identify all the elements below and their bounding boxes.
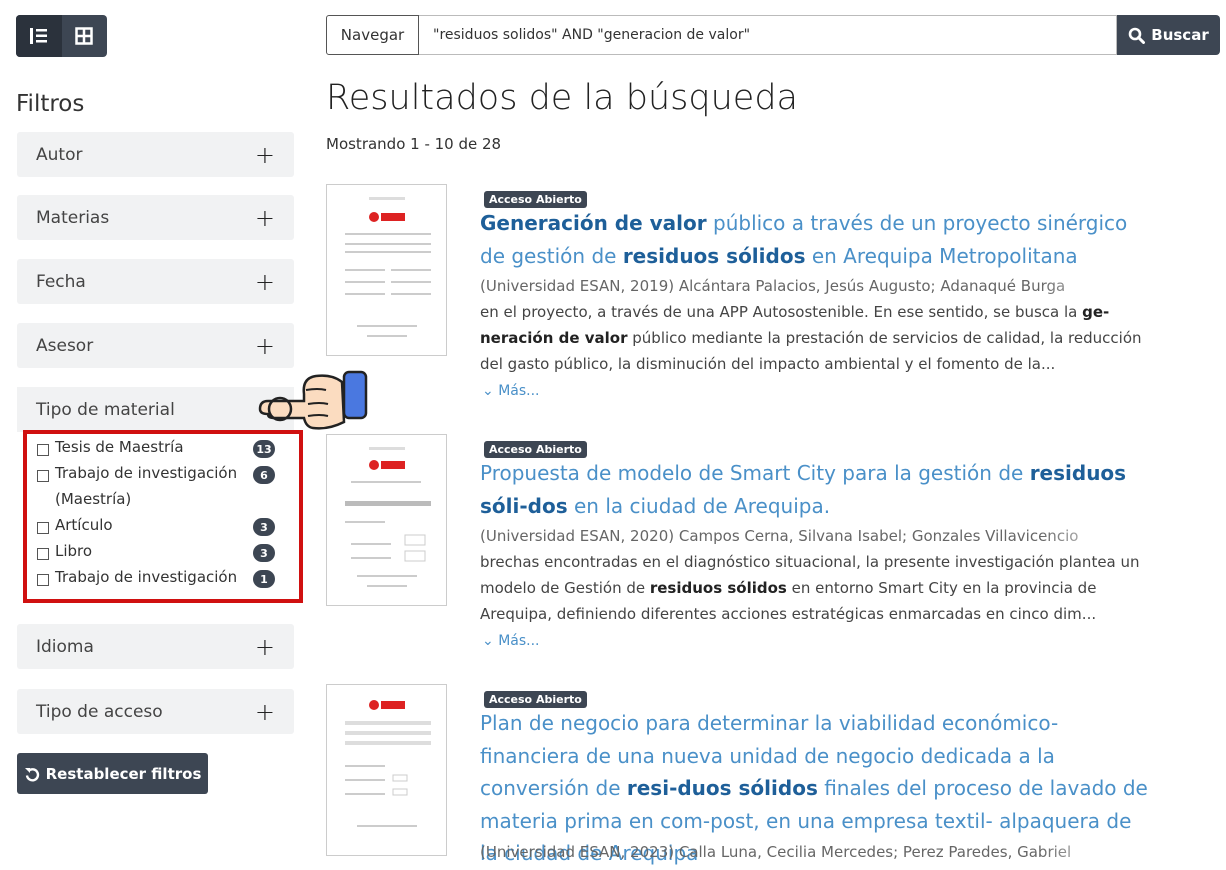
result-snippet: en el proyecto, a través de una APP Auto… — [480, 299, 1145, 377]
count-badge: 6 — [253, 466, 275, 484]
material-option-research[interactable]: Trabajo de investigación 1 — [37, 568, 275, 590]
open-access-label: Acceso Abierto — [484, 441, 587, 458]
view-toggle — [16, 15, 107, 57]
pointing-hand-icon — [258, 370, 368, 430]
search-icon — [1128, 27, 1146, 44]
facet-label: Fecha — [36, 271, 86, 292]
document-thumbnail-icon — [345, 447, 431, 587]
title-highlight: Generación de valor — [480, 211, 707, 235]
material-option-label: Trabajo de investigación — [55, 568, 238, 586]
plus-icon: + — [254, 632, 275, 661]
open-access-badge: Acceso Abierto — [484, 438, 587, 458]
plus-icon: + — [254, 697, 275, 726]
text-fade — [1040, 839, 1150, 865]
list-icon — [29, 28, 47, 44]
plus-icon: + — [254, 267, 275, 296]
grid-icon — [75, 27, 93, 45]
navigate-button[interactable]: Navegar — [326, 15, 419, 55]
checkbox[interactable] — [37, 470, 49, 482]
facet-label: Tipo de acceso — [36, 701, 163, 722]
result-title-link[interactable]: Propuesta de modelo de Smart City para l… — [480, 457, 1150, 522]
plus-icon: + — [254, 140, 275, 169]
snippet-text: en el proyecto, a través de una APP Auto… — [480, 303, 1083, 321]
facet-advisor[interactable]: Asesor + — [17, 323, 294, 368]
material-option-thesis[interactable]: Tesis de Maestría 13 — [37, 438, 275, 460]
undo-icon — [24, 767, 39, 781]
title-text: Propuesta de modelo de Smart City para l… — [480, 461, 1030, 485]
title-text: en Arequipa Metropolitana — [805, 243, 1078, 268]
results-heading: Resultados de la búsqueda — [326, 78, 798, 118]
open-access-label: Acceso Abierto — [484, 191, 587, 208]
open-access-label: Acceso Abierto — [484, 691, 587, 708]
count-badge: 3 — [253, 518, 275, 536]
plus-icon: + — [254, 203, 275, 232]
checkbox[interactable] — [37, 574, 49, 586]
material-type-options: Tesis de Maestría 13 Trabajo de investig… — [23, 430, 303, 603]
count-badge: 13 — [253, 440, 275, 458]
title-highlight: resi-duos sólidos — [626, 776, 818, 800]
more-link[interactable]: ⌄ Más... — [482, 633, 540, 649]
title-text: en la ciudad de Arequipa. — [567, 493, 831, 518]
material-option-article[interactable]: Artículo 3 — [37, 516, 275, 538]
open-access-badge: Acceso Abierto — [484, 688, 587, 708]
plus-icon: + — [254, 331, 275, 360]
grid-view-button[interactable] — [62, 15, 108, 57]
search-button-label: Buscar — [1151, 26, 1209, 44]
checkbox[interactable] — [37, 548, 49, 560]
checkbox[interactable] — [37, 444, 49, 456]
facet-subjects[interactable]: Materias + — [17, 195, 294, 240]
search-input[interactable] — [419, 15, 1117, 55]
filters-heading: Filtros — [16, 91, 85, 117]
facet-label: Autor — [36, 144, 83, 165]
result-thumbnail[interactable] — [326, 184, 447, 356]
reset-filters-label: Restablecer filtros — [45, 764, 202, 783]
document-thumbnail-icon — [345, 700, 431, 827]
reset-filters-button[interactable]: Restablecer filtros — [17, 753, 208, 794]
snippet-highlight: residuos sólidos — [649, 579, 787, 597]
results-count: Mostrando 1 - 10 de 28 — [326, 135, 502, 153]
facet-label: Tipo de material — [36, 399, 175, 420]
material-option-label: Tesis de Maestría — [55, 438, 184, 456]
facet-author[interactable]: Autor + — [17, 132, 294, 177]
title-highlight: residuos sólidos — [622, 243, 806, 268]
result-thumbnail[interactable] — [326, 684, 447, 856]
list-view-button[interactable] — [16, 15, 62, 57]
material-option-research-masters[interactable]: Trabajo de investigación (Maestría) 6 — [37, 464, 275, 512]
result-title-link[interactable]: Generación de valor público a través de … — [480, 207, 1150, 272]
facet-label: Asesor — [36, 335, 94, 356]
open-access-badge: Acceso Abierto — [484, 188, 587, 208]
facet-label: Materias — [36, 207, 110, 228]
material-option-label: Libro — [55, 542, 93, 560]
facet-language[interactable]: Idioma + — [17, 624, 294, 669]
more-label: Más... — [498, 383, 540, 399]
material-option-label: Trabajo de investigación (Maestría) — [55, 464, 238, 508]
count-badge: 1 — [253, 570, 275, 588]
chevron-down-icon: ⌄ — [482, 383, 494, 399]
facet-label: Idioma — [36, 636, 94, 657]
result-thumbnail[interactable] — [326, 434, 447, 606]
text-fade — [1040, 273, 1150, 299]
more-link[interactable]: ⌄ Más... — [482, 383, 540, 399]
more-label: Más... — [498, 633, 540, 649]
result-snippet: brechas encontradas en el diagnóstico si… — [480, 549, 1145, 627]
checkbox[interactable] — [37, 522, 49, 534]
document-thumbnail-icon — [345, 197, 431, 337]
facet-date[interactable]: Fecha + — [17, 259, 294, 304]
facet-access-type[interactable]: Tipo de acceso + — [17, 689, 294, 734]
count-badge: 3 — [253, 544, 275, 562]
facet-material-type[interactable]: Tipo de material — [17, 387, 294, 432]
search-button[interactable]: Buscar — [1117, 15, 1220, 55]
text-fade — [1040, 523, 1150, 549]
material-option-label: Artículo — [55, 516, 113, 534]
material-option-book[interactable]: Libro 3 — [37, 542, 275, 564]
chevron-down-icon: ⌄ — [482, 633, 494, 649]
